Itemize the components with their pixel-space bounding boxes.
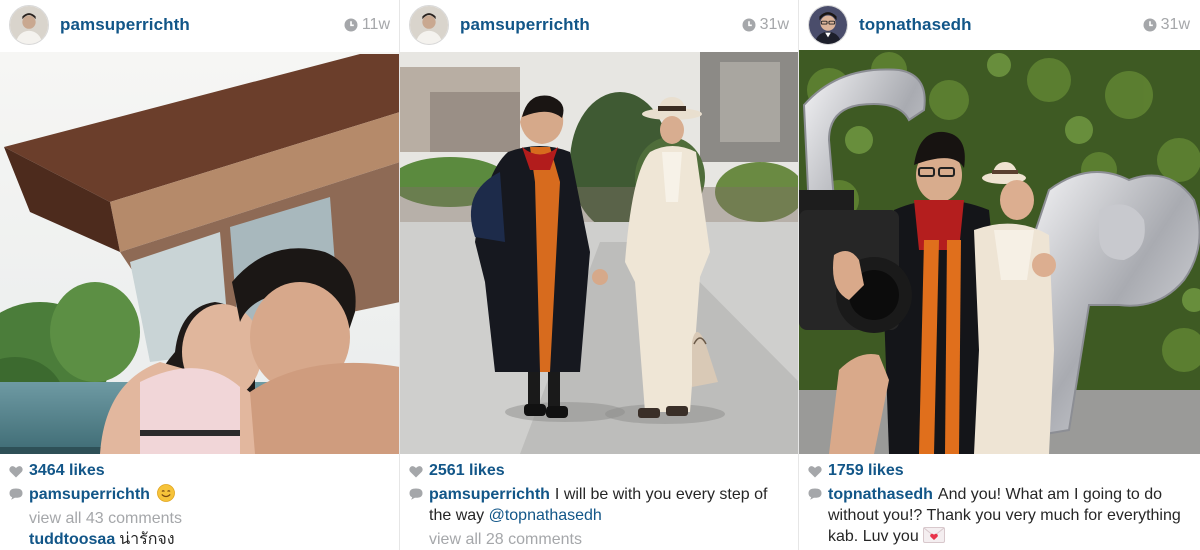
clock-icon [1143,18,1157,32]
heart-icon[interactable] [808,465,822,478]
clock-icon [742,18,756,32]
post-username[interactable]: pamsuperrichth [60,15,190,35]
timestamp-text: 31w [759,16,789,33]
comment-bubble-icon [409,488,423,500]
caption-username[interactable]: topnathasedh [828,486,933,503]
heart-icon[interactable] [9,465,23,478]
likes-count: 1759 likes [828,462,904,479]
likes-line[interactable]: 1759 likes [808,460,1192,482]
post-header: pamsuperrichth 11w [0,0,400,50]
caption-username[interactable]: pamsuperrichth [29,486,150,503]
comment-text: น่ารักจง [119,531,175,548]
post-username[interactable]: topnathasedh [859,15,972,35]
likes-line[interactable]: 3464 likes [9,460,392,482]
post-header: pamsuperrichth 31w [400,0,799,50]
post-caption: pamsuperrichth I will be with you every s… [409,484,791,526]
heart-icon[interactable] [409,465,423,478]
post-meta: 2561 likes pamsuperrichth I will be with … [409,460,791,550]
likes-line[interactable]: 2561 likes [409,460,791,482]
timestamp-text: 31w [1160,16,1190,33]
likes-count: 3464 likes [29,462,105,479]
post-photo[interactable] [799,50,1200,454]
love-letter-emoji-icon [922,527,945,543]
smile-emoji-icon [157,484,175,502]
post-card-1: pamsuperrichth 11w 3464 likes pamsuperri… [0,0,400,550]
view-all-comments-link[interactable]: view all 28 comments [409,529,791,550]
comment-item: tuddtoosaa น่ารักจง [9,529,392,550]
post-header: topnathasedh 31w [799,0,1200,50]
post-timestamp: 31w [742,16,789,34]
post-meta: 1759 likes topnathasedh And you! What am … [808,460,1192,547]
post-timestamp: 11w [344,16,390,34]
post-timestamp: 31w [1143,16,1190,34]
avatar[interactable] [409,5,449,45]
comment-username[interactable]: tuddtoosaa [29,531,115,548]
likes-count: 2561 likes [429,462,505,479]
clock-icon [344,18,358,32]
caption-username[interactable]: pamsuperrichth [429,486,550,503]
post-username[interactable]: pamsuperrichth [460,15,590,35]
post-card-2: pamsuperrichth 31w 2561 likes pamsuperri… [400,0,799,550]
comment-bubble-icon [808,488,822,500]
timestamp-text: 11w [361,16,390,33]
avatar[interactable] [9,5,49,45]
caption-mention-link[interactable]: @topnathasedh [489,507,602,524]
post-caption: pamsuperrichth [9,484,392,505]
avatar[interactable] [808,5,848,45]
comment-bubble-icon [9,488,23,500]
post-caption: topnathasedh And you! What am I going to … [808,484,1192,547]
post-photo[interactable] [0,52,400,454]
post-meta: 3464 likes pamsuperrichth view all 43 co… [9,460,392,550]
view-all-comments-link[interactable]: view all 43 comments [9,508,392,529]
post-card-3: topnathasedh 31w 1759 likes topnathasedh… [799,0,1200,550]
post-photo[interactable] [400,52,799,454]
